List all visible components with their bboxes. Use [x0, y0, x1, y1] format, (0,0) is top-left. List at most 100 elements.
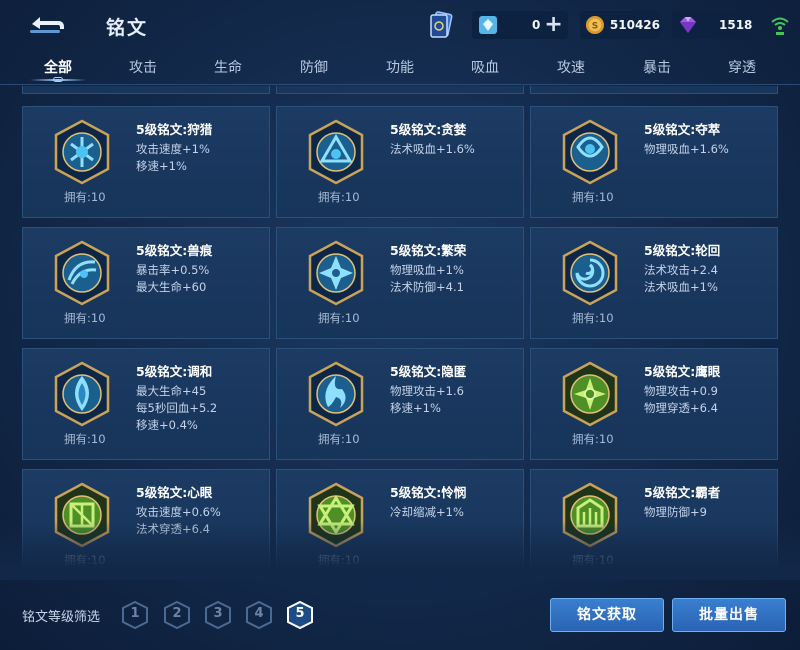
- add-diamond-button[interactable]: +: [544, 14, 562, 36]
- purple-gem-icon: [680, 17, 696, 33]
- level-filter-4[interactable]: 4: [245, 600, 273, 630]
- rune-card[interactable]: 5级铭文:轮回 法术攻击+2.4 法术吸血+1% 拥有:10: [530, 227, 778, 339]
- svg-text:S: S: [592, 22, 599, 32]
- owned-count: 拥有:10: [572, 432, 614, 446]
- rune-attribute: 移速+0.4%: [136, 418, 198, 432]
- acquire-rune-button[interactable]: 铭文获取: [550, 598, 664, 632]
- owned-count: 拥有:10: [318, 553, 360, 567]
- level-filter-2[interactable]: 2: [163, 600, 191, 630]
- level-filter-5[interactable]: 5: [286, 600, 314, 630]
- rune-card[interactable]: 5级铭文:夺萃 物理吸血+1.6% 拥有:10: [530, 106, 778, 218]
- rune-deck-icon[interactable]: [428, 10, 454, 40]
- green-rune-icon: [54, 482, 110, 548]
- blue-rune-icon: [308, 361, 364, 427]
- owned-count: 拥有:10: [572, 190, 614, 204]
- level-filter-1[interactable]: 1: [121, 600, 149, 630]
- tab-lifesteal[interactable]: 吸血: [450, 57, 520, 77]
- rune-card[interactable]: 5级铭文:鹰眼 物理攻击+0.9 物理穿透+6.4 拥有:10: [530, 348, 778, 460]
- rune-card[interactable]: 5级铭文:兽痕 暴击率+0.5% 最大生命+60 拥有:10: [22, 227, 270, 339]
- rune-card[interactable]: 5级铭文:调和 最大生命+45 每5秒回血+5.2 移速+0.4% 拥有:10: [22, 348, 270, 460]
- diamond-icon: [479, 16, 497, 34]
- rune-card[interactable]: 5级铭文:怜悯 冷却缩减+1% 拥有:10: [276, 469, 524, 574]
- tab-defense[interactable]: 防御: [279, 57, 349, 77]
- rune-attribute: 最大生命+45: [136, 384, 207, 398]
- green-rune-icon: [562, 482, 618, 548]
- category-tabs: 全部 攻击 生命 防御 功能 吸血 攻速 暴击 穿透: [0, 50, 800, 84]
- owned-count: 拥有:10: [318, 311, 360, 325]
- rune-attribute: 冷却缩减+1%: [390, 505, 464, 519]
- rune-attribute: 每5秒回血+5.2: [136, 401, 218, 415]
- rune-attribute: 法术防御+4.1: [390, 280, 464, 294]
- tab-penetration[interactable]: 穿透: [707, 57, 777, 77]
- rune-card[interactable]: 5级铭文:隐匿 物理攻击+1.6 移速+1% 拥有:10: [276, 348, 524, 460]
- gold-coin-icon: S: [585, 15, 604, 35]
- rune-card[interactable]: 5级铭文:心眼 攻击速度+0.6% 法术穿透+6.4 拥有:10: [22, 469, 270, 574]
- rune-name: 5级铭文:霸者: [644, 485, 721, 500]
- partial-card: [530, 86, 778, 94]
- tab-divider: [0, 84, 800, 85]
- rune-attribute: 物理穿透+6.4: [644, 401, 718, 415]
- rune-card[interactable]: 5级铭文:霸者 物理防御+9 拥有:10: [530, 469, 778, 574]
- tab-utility[interactable]: 功能: [365, 57, 435, 77]
- rune-name: 5级铭文:心眼: [136, 485, 213, 500]
- back-arrow-icon[interactable]: [22, 10, 70, 38]
- bulk-sell-button[interactable]: 批量出售: [672, 598, 786, 632]
- tab-attack-speed[interactable]: 攻速: [536, 57, 606, 77]
- level-filter-3[interactable]: 3: [204, 600, 232, 630]
- level-number: 5: [295, 606, 305, 621]
- rune-name: 5级铭文:鹰眼: [644, 364, 721, 379]
- rune-card[interactable]: 5级铭文:狩猎 攻击速度+1% 移速+1% 拥有:10: [22, 106, 270, 218]
- blue-rune-icon: [562, 240, 618, 306]
- gold-counter: S 510426: [580, 11, 660, 39]
- rune-attribute: 法术穿透+6.4: [136, 522, 210, 536]
- blue-rune-icon: [54, 119, 110, 185]
- active-tab-dot: [53, 77, 63, 82]
- owned-count: 拥有:10: [572, 311, 614, 325]
- owned-count: 拥有:10: [318, 432, 360, 446]
- rune-attribute: 最大生命+60: [136, 280, 207, 294]
- rune-attribute: 法术攻击+2.4: [644, 263, 718, 277]
- level-number: 2: [172, 606, 182, 621]
- rune-card[interactable]: 5级铭文:繁荣 物理吸血+1% 法术防御+4.1 拥有:10: [276, 227, 524, 339]
- rune-attribute: 物理攻击+1.6: [390, 384, 464, 398]
- rune-name: 5级铭文:隐匿: [390, 364, 467, 379]
- owned-count: 拥有:10: [64, 553, 106, 567]
- rune-attribute: 法术吸血+1.6%: [390, 142, 475, 156]
- rune-name: 5级铭文:调和: [136, 364, 213, 379]
- blue-rune-icon: [54, 240, 110, 306]
- top-bar: 铭文 0 + S 510426 1518: [0, 0, 800, 50]
- rune-name: 5级铭文:轮回: [644, 243, 721, 258]
- level-number: 4: [254, 606, 264, 621]
- blue-rune-icon: [54, 361, 110, 427]
- diamond-value: 0: [532, 18, 541, 32]
- rune-name: 5级铭文:繁荣: [390, 243, 467, 258]
- partial-card: [276, 86, 524, 94]
- owned-count: 拥有:10: [64, 311, 106, 325]
- level-filter-label: 铭文等级筛选: [22, 610, 101, 625]
- tab-critical[interactable]: 暴击: [622, 57, 692, 77]
- rune-grid[interactable]: 5级铭文:狩猎 攻击速度+1% 移速+1% 拥有:10 5级铭文:贪婪 法术吸血…: [0, 86, 800, 574]
- tab-all[interactable]: 全部: [23, 57, 93, 77]
- rune-attribute: 法术吸血+1%: [644, 280, 718, 294]
- rune-card[interactable]: 5级铭文:贪婪 法术吸血+1.6% 拥有:10: [276, 106, 524, 218]
- rune-attribute: 攻击速度+1%: [136, 142, 210, 156]
- wifi-signal-icon: [771, 17, 789, 35]
- page-title: 铭文: [106, 17, 149, 39]
- gem-counter: 1518: [672, 11, 754, 39]
- rune-attribute: 物理攻击+0.9: [644, 384, 718, 398]
- gold-value: 510426: [609, 18, 660, 32]
- rune-name: 5级铭文:怜悯: [390, 485, 467, 500]
- blue-rune-icon: [562, 119, 618, 185]
- level-number: 1: [130, 606, 140, 621]
- blue-rune-icon: [308, 119, 364, 185]
- rune-attribute: 物理防御+9: [644, 505, 707, 519]
- green-rune-icon: [562, 361, 618, 427]
- rune-attribute: 暴击率+0.5%: [136, 263, 210, 277]
- tab-attack[interactable]: 攻击: [108, 57, 178, 77]
- rune-attribute: 攻击速度+0.6%: [136, 505, 221, 519]
- rune-attribute: 物理吸血+1%: [390, 263, 464, 277]
- rune-attribute: 移速+1%: [390, 401, 441, 415]
- rune-name: 5级铭文:兽痕: [136, 243, 213, 258]
- partial-card: [22, 86, 270, 94]
- tab-health[interactable]: 生命: [193, 57, 263, 77]
